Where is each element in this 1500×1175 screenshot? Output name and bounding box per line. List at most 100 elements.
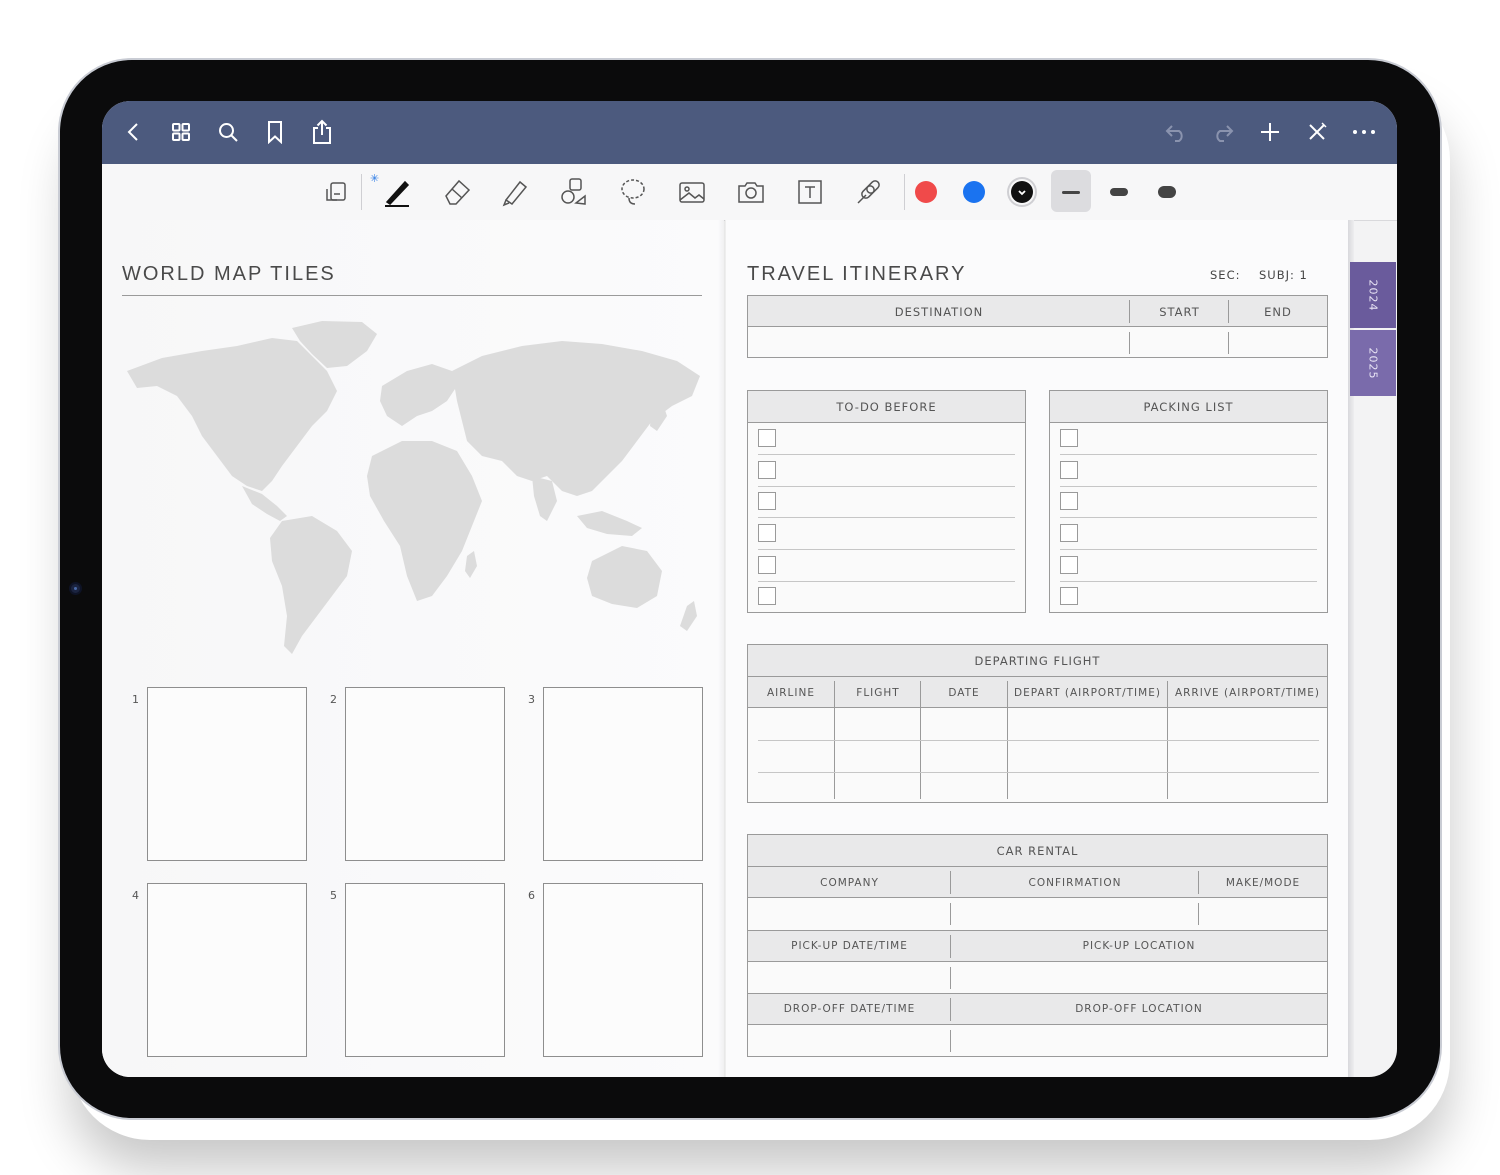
map-tile-2[interactable]	[345, 687, 505, 861]
more-icon[interactable]	[1349, 117, 1379, 147]
company-column: COMPANY	[820, 876, 879, 889]
map-tile-5[interactable]	[345, 883, 505, 1057]
column-divider	[1129, 332, 1130, 354]
row-line	[758, 581, 1015, 582]
todo-checkbox[interactable]	[758, 461, 776, 479]
eraser-icon[interactable]	[438, 173, 476, 211]
depart-column: DEPART (AIRPORT/TIME)	[1014, 686, 1161, 699]
plus-icon[interactable]	[1255, 117, 1285, 147]
row-line	[1060, 549, 1317, 550]
todo-checkbox[interactable]	[758, 587, 776, 605]
row-line	[758, 454, 1015, 455]
todo-checkbox[interactable]	[758, 492, 776, 510]
arrive-column: ARRIVE (AIRPORT/TIME)	[1174, 686, 1321, 699]
packing-checkbox[interactable]	[1060, 556, 1078, 574]
color-red[interactable]	[915, 181, 937, 203]
tile-number: 2	[330, 693, 337, 706]
date-column: DATE	[948, 686, 980, 699]
car-rental-table: CAR RENTAL COMPANY CONFIRMATION MAKE/MOD…	[747, 834, 1328, 1057]
page-switch-icon[interactable]	[317, 173, 355, 211]
tile-number: 6	[528, 889, 535, 902]
row-line	[1060, 517, 1317, 518]
column-divider	[1198, 871, 1199, 894]
packing-checkbox[interactable]	[1060, 524, 1078, 542]
tile-number: 5	[330, 889, 337, 902]
car-rental-header: CAR RENTAL	[748, 835, 1327, 867]
undo-icon[interactable]	[1161, 117, 1191, 147]
row-line	[758, 486, 1015, 487]
dropoff-location-label: DROP-OFF LOCATION	[1075, 1003, 1203, 1015]
search-icon[interactable]	[213, 117, 243, 147]
page-gutter	[718, 220, 726, 1077]
link-icon[interactable]	[850, 173, 888, 211]
toolbar-separator	[904, 174, 905, 210]
column-divider	[950, 998, 951, 1021]
departing-flight-table: DEPARTING FLIGHT AIRLINE FLIGHT DATE DEP…	[747, 644, 1328, 803]
itinerary-title: TRAVEL ITINERARY	[747, 263, 967, 285]
tile-number: 1	[132, 693, 139, 706]
camera-lens	[74, 587, 77, 590]
pickup-datetime-label: PICK-UP DATE/TIME	[791, 940, 908, 952]
column-divider	[1228, 300, 1229, 323]
column-divider	[950, 903, 951, 925]
title-underline	[122, 295, 702, 296]
column-divider	[1228, 332, 1229, 354]
packing-checkbox[interactable]	[1060, 492, 1078, 510]
destination-table: DESTINATION START END	[747, 295, 1328, 358]
redo-icon[interactable]	[1208, 117, 1238, 147]
color-blue[interactable]	[963, 181, 985, 203]
packing-checkbox[interactable]	[1060, 429, 1078, 447]
app-screen: ✳ 2024 2025 WORLD MAP TILES 1 2 3 4 5 6 …	[102, 101, 1397, 1077]
stroke-medium-option[interactable]	[1110, 188, 1128, 196]
close-icon[interactable]	[1302, 117, 1332, 147]
text-icon[interactable]	[791, 173, 829, 211]
subj-label: SUBJ: 1	[1259, 268, 1308, 282]
map-tile-3[interactable]	[543, 687, 703, 861]
color-black-selected[interactable]	[1011, 181, 1033, 203]
share-icon[interactable]	[307, 117, 337, 147]
pickup-location-label: PICK-UP LOCATION	[1082, 940, 1196, 952]
airline-column: AIRLINE	[766, 686, 815, 699]
toolbar-separator	[361, 174, 362, 210]
packing-checkbox[interactable]	[1060, 587, 1078, 605]
highlighter-icon[interactable]	[497, 173, 535, 211]
dropoff-datetime-label: DROP-OFF DATE/TIME	[783, 1003, 916, 1015]
todo-before-box: TO-DO BEFORE	[747, 390, 1026, 613]
stroke-thick-option[interactable]	[1158, 186, 1176, 198]
tab-2024[interactable]: 2024	[1350, 262, 1396, 328]
image-icon[interactable]	[673, 173, 711, 211]
lasso-icon[interactable]	[614, 173, 652, 211]
map-tile-1[interactable]	[147, 687, 307, 861]
camera-icon[interactable]	[732, 173, 770, 211]
departing-flight-header: DEPARTING FLIGHT	[748, 645, 1327, 677]
todo-checkbox[interactable]	[758, 429, 776, 447]
column-divider	[1198, 903, 1199, 925]
bookmark-icon[interactable]	[260, 117, 290, 147]
pen-icon[interactable]	[378, 173, 416, 211]
map-tile-4[interactable]	[147, 883, 307, 1057]
tab-2025[interactable]: 2025	[1350, 330, 1396, 396]
confirmation-column: CONFIRMATION	[1028, 876, 1122, 889]
row-line	[1060, 486, 1317, 487]
packing-list-header: PACKING LIST	[1050, 391, 1327, 423]
page-title: WORLD MAP TILES	[122, 263, 336, 285]
row-line	[1060, 454, 1317, 455]
todo-checkbox[interactable]	[758, 556, 776, 574]
back-icon[interactable]	[119, 117, 149, 147]
make-model-column: MAKE/MODE	[1225, 876, 1301, 889]
start-header: START	[1159, 304, 1200, 319]
row-line	[758, 740, 1319, 741]
stroke-thin-option[interactable]	[1062, 191, 1080, 194]
todo-before-header: TO-DO BEFORE	[748, 391, 1025, 423]
row-line	[758, 517, 1015, 518]
shapes-icon[interactable]	[555, 173, 593, 211]
grid-icon[interactable]	[166, 117, 196, 147]
column-divider	[950, 967, 951, 989]
todo-checkbox[interactable]	[758, 524, 776, 542]
packing-checkbox[interactable]	[1060, 461, 1078, 479]
row-line	[1060, 581, 1317, 582]
chevron-down-icon	[1018, 190, 1026, 196]
end-header: END	[1264, 304, 1292, 319]
map-tile-6[interactable]	[543, 883, 703, 1057]
sec-label: SEC:	[1210, 268, 1241, 282]
